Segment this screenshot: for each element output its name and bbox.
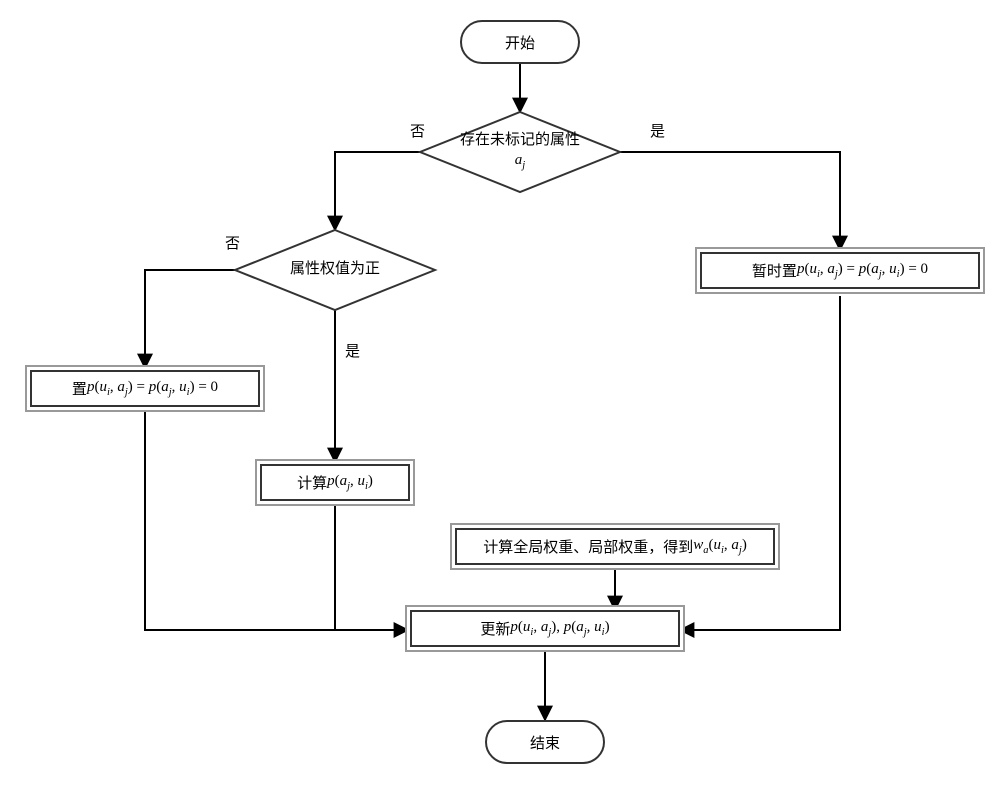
end-label: 结束 — [530, 732, 560, 753]
d1-yes-label: 是 — [650, 120, 665, 141]
start-label: 开始 — [505, 32, 535, 53]
start-node: 开始 — [460, 20, 580, 64]
weight-expr: wa(ui, aj) — [693, 537, 747, 556]
process-update: 更新 p(ui, aj), p(aj, ui) — [410, 610, 680, 647]
set-prefix: 置 — [72, 378, 87, 399]
process-temp-set-zero: 暂时置 p(ui, aj) = p(aj, ui) = 0 — [700, 252, 980, 289]
update-expr: p(ui, aj), p(aj, ui) — [510, 619, 609, 638]
d1-no-label: 否 — [410, 120, 425, 141]
calc-prefix: 计算 — [297, 472, 327, 493]
end-node: 结束 — [485, 720, 605, 764]
temp-prefix: 暂时置 — [752, 260, 797, 281]
set-expr: p(ui, aj) = p(aj, ui) = 0 — [87, 379, 218, 398]
decision-weight-positive: 属性权值为正 — [235, 230, 435, 310]
d2-yes-label: 是 — [345, 340, 360, 361]
weight-text: 计算全局权重、局部权重，得到 — [483, 536, 693, 557]
process-calc-p: 计算 p(aj, ui) — [260, 464, 410, 501]
d1-math: aj — [515, 151, 525, 173]
decision-unmarked-attr: 存在未标记的属性 aj — [420, 112, 620, 192]
d2-no-label: 否 — [225, 232, 240, 253]
process-calc-weights: 计算全局权重、局部权重，得到 wa(ui, aj) — [455, 528, 775, 565]
d1-line1: 存在未标记的属性 — [460, 131, 580, 151]
calc-expr: p(aj, ui) — [327, 473, 373, 492]
temp-expr: p(ui, aj) = p(aj, ui) = 0 — [797, 261, 928, 280]
update-prefix: 更新 — [480, 618, 510, 639]
process-set-zero: 置 p(ui, aj) = p(aj, ui) = 0 — [30, 370, 260, 407]
d2-text: 属性权值为正 — [290, 260, 380, 280]
